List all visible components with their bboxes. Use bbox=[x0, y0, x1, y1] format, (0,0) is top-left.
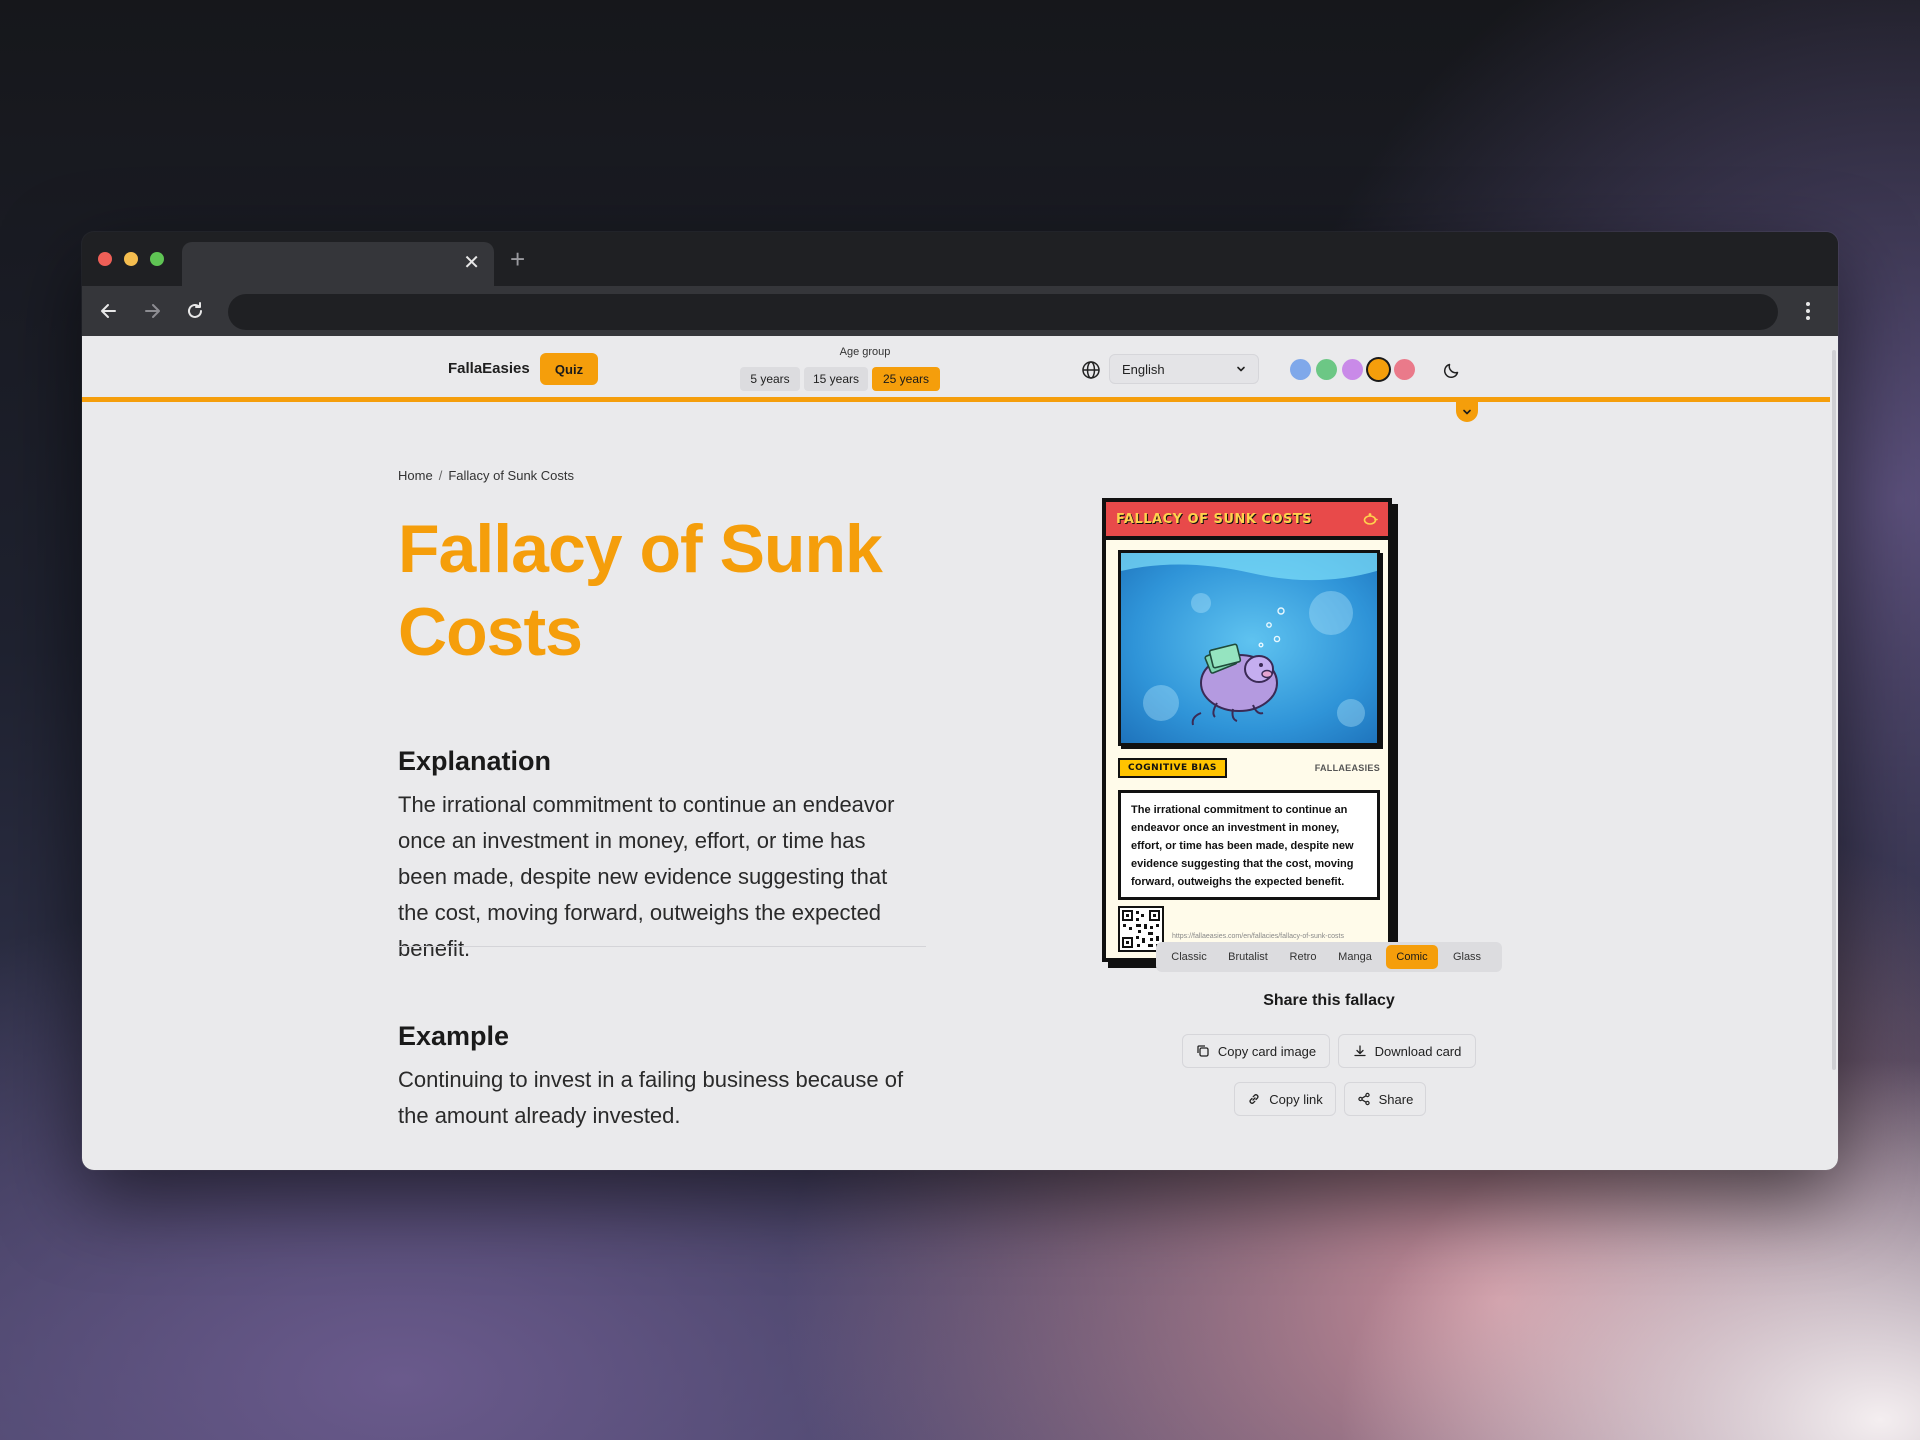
quiz-button[interactable]: Quiz bbox=[540, 353, 598, 385]
globe-icon bbox=[1081, 360, 1101, 380]
copy-card-image-button[interactable]: Copy card image bbox=[1182, 1034, 1330, 1068]
piggy-bank-icon bbox=[1363, 513, 1378, 525]
share-label: Share bbox=[1378, 1091, 1414, 1107]
chevron-down-icon bbox=[1463, 409, 1471, 415]
style-retro-button[interactable]: Retro bbox=[1280, 945, 1326, 969]
explanation-heading: Explanation bbox=[398, 746, 552, 776]
style-brutalist-button[interactable]: Brutalist bbox=[1218, 945, 1278, 969]
style-manga-button[interactable]: Manga bbox=[1328, 945, 1382, 969]
close-window-button[interactable] bbox=[98, 252, 112, 266]
download-card-label: Download card bbox=[1374, 1043, 1462, 1059]
back-icon[interactable] bbox=[96, 298, 122, 324]
example-text: Continuing to invest in a failing busine… bbox=[398, 1067, 904, 1128]
style-classic-button[interactable]: Classic bbox=[1162, 945, 1216, 969]
browser-window: ✕ + FallaEasies Quiz Age group 5 years 1… bbox=[82, 232, 1838, 1170]
share-heading: Share this fallacy bbox=[1263, 992, 1395, 1009]
copy-link-label: Copy link bbox=[1269, 1091, 1323, 1107]
copy-link-button[interactable]: Copy link bbox=[1234, 1082, 1336, 1116]
reload-icon[interactable] bbox=[182, 298, 208, 324]
theme-pink-swatch[interactable] bbox=[1394, 359, 1415, 380]
page-title: Fallacy of Sunk Costs bbox=[398, 511, 883, 670]
share-button[interactable]: Share bbox=[1344, 1082, 1426, 1116]
language-select[interactable]: English bbox=[1109, 354, 1259, 384]
style-glass-button[interactable]: Glass bbox=[1440, 945, 1494, 969]
browser-tab[interactable]: ✕ bbox=[182, 242, 494, 286]
card-header: FALLACY OF SUNK COSTS bbox=[1106, 502, 1388, 540]
copy-card-image-label: Copy card image bbox=[1217, 1043, 1317, 1059]
new-tab-button[interactable]: + bbox=[510, 246, 525, 272]
card-brand: FALLAEASIES bbox=[1314, 763, 1380, 773]
theme-green-swatch[interactable] bbox=[1316, 359, 1337, 380]
page-viewport: FallaEasies Quiz Age group 5 years 15 ye… bbox=[82, 336, 1830, 1170]
address-bar[interactable] bbox=[228, 294, 1778, 330]
card-url: https://fallaeasies.com/en/fallacies/fal… bbox=[1172, 933, 1344, 940]
age-5-button[interactable]: 5 years bbox=[740, 367, 800, 391]
language-value: English bbox=[1122, 361, 1165, 377]
breadcrumb-home-link[interactable]: Home bbox=[398, 468, 433, 483]
theme-blue-swatch[interactable] bbox=[1290, 359, 1311, 380]
share-icon bbox=[1357, 1092, 1370, 1106]
age-group-label: Age group bbox=[839, 346, 891, 358]
tab-strip: ✕ + bbox=[82, 232, 1838, 286]
breadcrumb-current: Fallacy of Sunk Costs bbox=[448, 468, 575, 483]
site-header: FallaEasies Quiz Age group 5 years 15 ye… bbox=[82, 336, 1830, 402]
browser-menu-icon[interactable] bbox=[1796, 299, 1820, 323]
download-card-button[interactable]: Download card bbox=[1338, 1034, 1476, 1068]
maximize-window-button[interactable] bbox=[150, 252, 164, 266]
minimize-window-button[interactable] bbox=[124, 252, 138, 266]
fallacy-card: FALLACY OF SUNK COSTS COGNITIVE BIAS FAL… bbox=[1102, 498, 1392, 962]
forward-icon[interactable] bbox=[139, 298, 165, 324]
close-tab-icon[interactable]: ✕ bbox=[463, 252, 480, 274]
age-15-button[interactable]: 15 years bbox=[804, 367, 868, 391]
example-heading: Example bbox=[398, 1021, 510, 1051]
card-title: FALLACY OF SUNK COSTS bbox=[1116, 512, 1313, 527]
brand-logo[interactable]: FallaEasies bbox=[448, 360, 530, 377]
download-icon bbox=[1353, 1045, 1366, 1057]
card-description: The irrational commitment to continue an… bbox=[1118, 790, 1380, 900]
theme-orange-swatch[interactable] bbox=[1368, 359, 1389, 380]
style-comic-button[interactable]: Comic bbox=[1386, 945, 1438, 969]
section-divider bbox=[398, 946, 926, 947]
theme-purple-swatch[interactable] bbox=[1342, 359, 1363, 380]
card-style-switcher: Classic Brutalist Retro Manga Comic Glas… bbox=[1156, 942, 1502, 972]
copy-icon bbox=[1197, 1045, 1209, 1057]
browser-toolbar bbox=[82, 286, 1838, 336]
age-25-button[interactable]: 25 years bbox=[872, 367, 940, 391]
link-icon bbox=[1249, 1094, 1259, 1104]
explanation-text: The irrational commitment to continue an… bbox=[398, 792, 895, 961]
card-illustration bbox=[1118, 550, 1380, 746]
card-category-badge: COGNITIVE BIAS bbox=[1118, 758, 1227, 778]
page-scrollbar[interactable] bbox=[1830, 336, 1838, 1170]
dark-mode-icon[interactable] bbox=[1442, 360, 1462, 380]
scrollbar-thumb[interactable] bbox=[1832, 350, 1836, 1070]
header-collapse-toggle[interactable] bbox=[1456, 402, 1478, 422]
breadcrumb-separator: / bbox=[438, 468, 443, 483]
chevron-down-icon bbox=[1237, 366, 1245, 372]
breadcrumb: Home / Fallacy of Sunk Costs bbox=[398, 468, 574, 483]
